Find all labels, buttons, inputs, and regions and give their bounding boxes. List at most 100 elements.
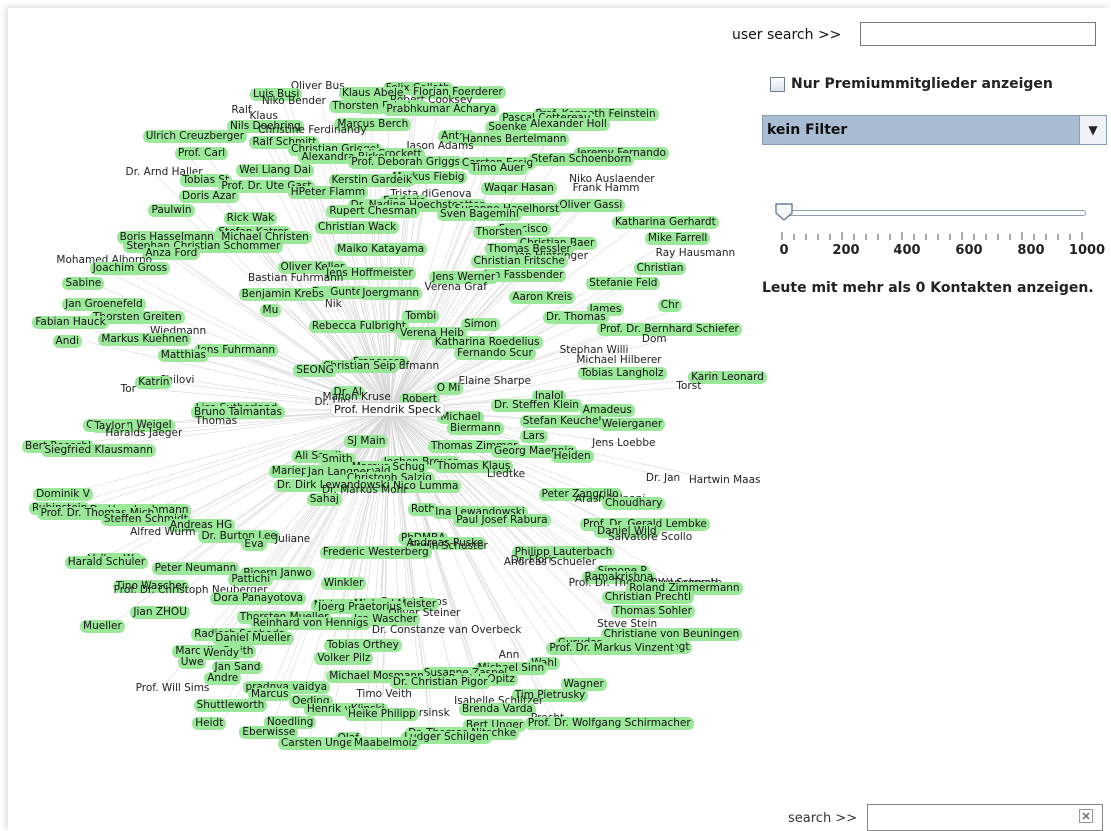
- graph-node[interactable]: Paulwin: [148, 203, 195, 217]
- graph-node[interactable]: Prabhkumar Acharya: [383, 102, 500, 116]
- graph-node[interactable]: Jan Groenefeld: [62, 297, 146, 311]
- graph-node[interactable]: Timo Veith: [353, 688, 415, 701]
- graph-node[interactable]: Joergmann: [359, 287, 423, 301]
- graph-node[interactable]: Michael Hilberer: [573, 354, 664, 367]
- graph-node[interactable]: Oliver Gassi: [556, 199, 626, 213]
- graph-node[interactable]: SJ Main: [344, 434, 389, 448]
- graph-node[interactable]: Ann: [496, 649, 523, 662]
- graph-node[interactable]: Stefan Schoenborn: [528, 152, 635, 166]
- clear-search-icon[interactable]: [1078, 808, 1094, 824]
- graph-node[interactable]: Andreas Schueler: [501, 556, 599, 569]
- user-search-input[interactable]: [860, 22, 1096, 46]
- graph-node[interactable]: Winkler: [320, 577, 367, 591]
- graph-node[interactable]: Paul Josef Rabura: [453, 514, 551, 528]
- graph-node[interactable]: Frank Hamm: [570, 182, 643, 195]
- graph-node[interactable]: Peter Neumann: [151, 561, 240, 575]
- graph-node[interactable]: Eva: [241, 538, 267, 552]
- graph-node[interactable]: Prof. Deborah Griggs: [348, 155, 464, 169]
- graph-node[interactable]: Timo Auer: [467, 162, 528, 176]
- graph-node[interactable]: Benjamin Krebs: [238, 288, 327, 302]
- graph-node[interactable]: Dr. Burton Lee: [198, 529, 280, 543]
- graph-node[interactable]: Lars: [519, 430, 548, 444]
- graph-node[interactable]: Christian Wack: [315, 220, 400, 234]
- graph-node[interactable]: Thomas Sohler: [610, 604, 695, 618]
- graph-node[interactable]: Liedtke: [484, 468, 528, 481]
- graph-node[interactable]: Juliane: [272, 533, 313, 546]
- graph-node[interactable]: Fernando Scur: [454, 347, 536, 361]
- filter-dropdown[interactable]: kein Filter ▼: [762, 115, 1107, 145]
- graph-node[interactable]: Dora Panayotova: [210, 591, 307, 605]
- graph-node[interactable]: Harald Schuler: [64, 556, 149, 569]
- graph-node[interactable]: Salvatore Scollo: [605, 531, 695, 544]
- graph-node[interactable]: Choudhary: [601, 497, 666, 511]
- graph-node[interactable]: Fabian Hauck: [32, 316, 109, 329]
- graph-node[interactable]: Thomas: [193, 415, 241, 428]
- graph-node[interactable]: Prof. Dr. Bernhard Schiefer: [596, 323, 742, 337]
- graph-node[interactable]: Christian Prechtl: [601, 590, 695, 604]
- graph-node[interactable]: Mu: [259, 304, 282, 318]
- graph-node[interactable]: Sahaj: [306, 493, 342, 507]
- graph-node[interactable]: Katharina Gerhardt: [611, 215, 719, 229]
- search-input[interactable]: [867, 804, 1103, 831]
- graph-node[interactable]: Christian: [633, 262, 687, 276]
- graph-node[interactable]: Dr. Christian Pigor: [389, 675, 491, 689]
- graph-node[interactable]: Volker Pilz: [314, 651, 374, 665]
- graph-node[interactable]: Chr: [657, 299, 683, 313]
- graph-node[interactable]: Aaron Kreis: [509, 290, 576, 304]
- graph-node[interactable]: Maiko Katayama: [334, 242, 428, 256]
- graph-node[interactable]: Doris Azar: [179, 190, 239, 204]
- graph-node[interactable]: Torst: [673, 380, 704, 393]
- graph-node[interactable]: Dr. Constanze van Overbeck: [369, 624, 524, 637]
- graph-node[interactable]: Mueller: [80, 619, 125, 633]
- graph-node[interactable]: Shuttleworth: [193, 699, 268, 713]
- graph-node[interactable]: Waqar Hasan: [481, 182, 557, 196]
- graph-node[interactable]: Ulrich Creuzberger: [142, 130, 248, 144]
- graph-node[interactable]: O Mi: [433, 382, 464, 396]
- graph-node[interactable]: Simon: [461, 318, 500, 332]
- graph-node[interactable]: Dom: [639, 333, 670, 346]
- graph-node[interactable]: Weierganer: [598, 417, 666, 431]
- graph-node[interactable]: Maabelmoiz: [351, 736, 421, 750]
- graph-node[interactable]: Ray Hausmann: [653, 247, 738, 260]
- graph-node[interactable]: Niko Bender: [259, 95, 329, 108]
- graph-node[interactable]: Christine Ferdinandy: [255, 124, 369, 137]
- graph-node[interactable]: Matthias: [157, 349, 210, 363]
- graph-node[interactable]: Tobias Langholz: [577, 366, 667, 380]
- graph-node[interactable]: Elaine Sharpe: [455, 375, 534, 388]
- graph-node[interactable]: Heiden: [550, 450, 594, 463]
- graph-node[interactable]: Prof. Dr. Wolfgang Schirmacher: [524, 716, 694, 730]
- graph-node[interactable]: Stefan Keuchel: [519, 414, 605, 428]
- graph-node[interactable]: Biermann: [446, 422, 504, 436]
- graph-node[interactable]: Stefanie Feld: [586, 276, 661, 290]
- graph-node[interactable]: Haralds Jaeger: [102, 427, 185, 440]
- graph-node[interactable]: Heidt: [192, 717, 227, 731]
- graph-node[interactable]: Daniel Mueller: [212, 632, 294, 646]
- graph-node[interactable]: Uwe: [177, 655, 207, 669]
- graph-node[interactable]: Tombi: [402, 310, 440, 324]
- graph-node[interactable]: Christian Fritsche: [470, 254, 568, 268]
- graph-node[interactable]: Tor: [118, 383, 139, 396]
- graph-node[interactable]: Nik: [322, 298, 345, 311]
- graph-node[interactable]: Alfred Wurm: [127, 526, 198, 539]
- graph-node[interactable]: Wei Liang Dai: [236, 164, 315, 178]
- premium-checkbox[interactable]: [770, 76, 785, 92]
- graph-node[interactable]: Alexander Holl: [527, 118, 610, 132]
- graph-node[interactable]: Dr. Thomas: [543, 310, 609, 324]
- graph-node[interactable]: Dr. Steffen Klein: [491, 398, 582, 412]
- graph-node[interactable]: Siegfried Klausmann: [41, 444, 156, 458]
- graph-node[interactable]: SEONG: [293, 363, 337, 377]
- graph-node[interactable]: Prof. Carl: [174, 147, 229, 161]
- chevron-down-icon[interactable]: ▼: [1079, 116, 1106, 144]
- graph-node[interactable]: Soenke: [485, 121, 530, 135]
- graph-node[interactable]: Frederic Westerberg: [319, 546, 432, 560]
- graph-node[interactable]: Markus Kuehnen: [98, 333, 192, 347]
- graph-node[interactable]: Carsten Unger: [277, 737, 360, 751]
- graph-node[interactable]: Mike Farrell: [644, 231, 711, 245]
- graph-node[interactable]: Jian ZHOU: [130, 606, 190, 620]
- graph-node[interactable]: Brenda Varda: [458, 702, 536, 716]
- graph-node[interactable]: Christiane von Beuningen: [600, 628, 743, 641]
- graph-node[interactable]: HPeter Flamm: [287, 186, 369, 200]
- graph-node[interactable]: Thorsten: [472, 225, 526, 239]
- graph-node[interactable]: Verena Graf: [422, 281, 490, 294]
- slider-track[interactable]: [780, 210, 1086, 216]
